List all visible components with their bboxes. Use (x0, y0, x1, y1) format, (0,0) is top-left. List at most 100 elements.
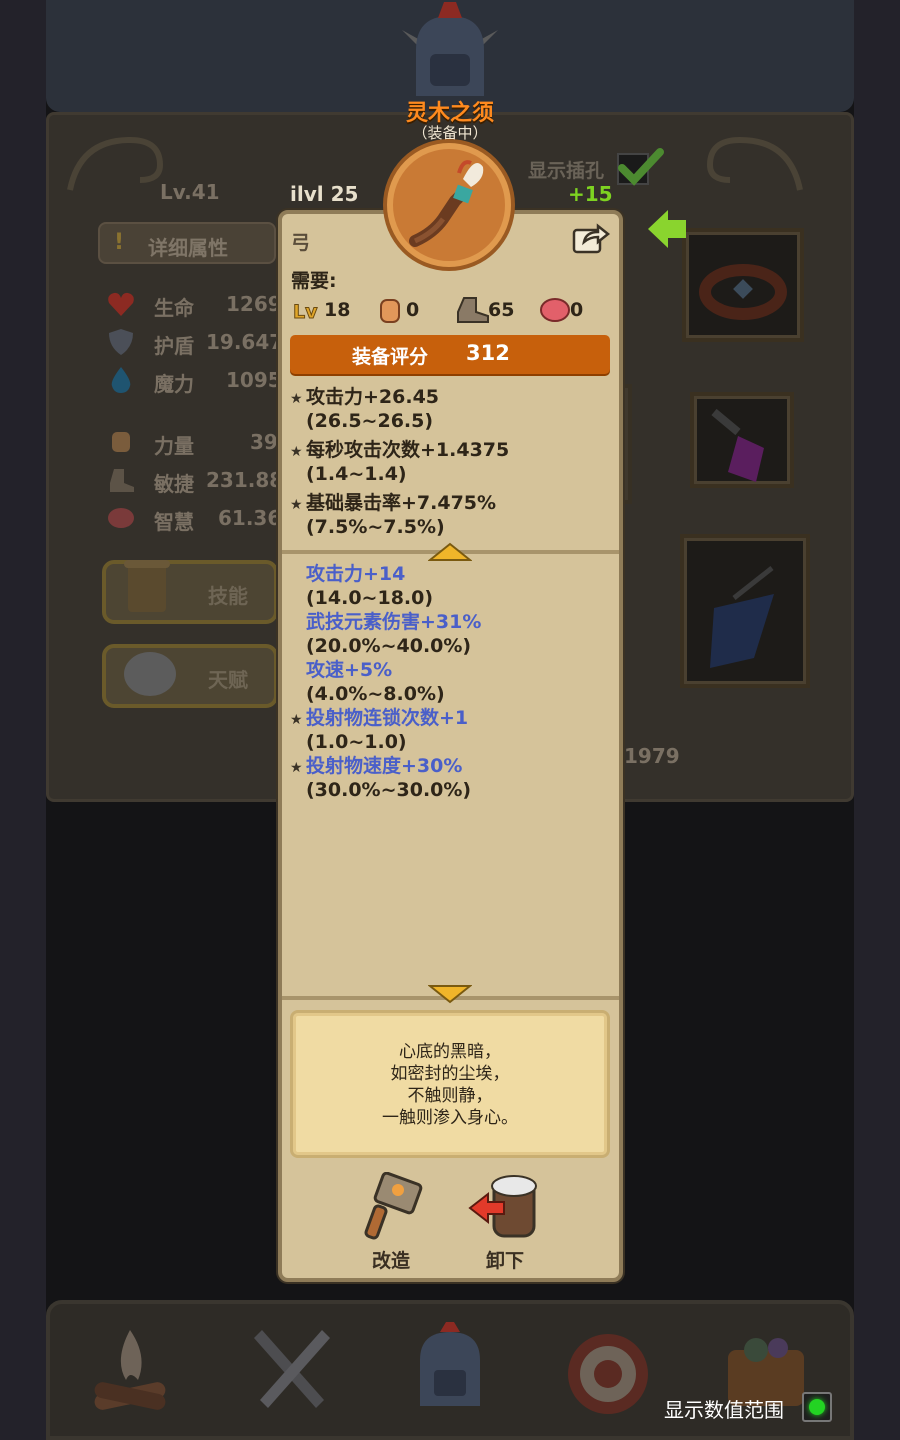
base-stat-line: ★ 基础暴击率+7.475% (290, 491, 496, 517)
exclamation-icon: ! (114, 230, 125, 255)
scroll-icon (124, 560, 170, 612)
base-stat-range: (1.4~1.4) (306, 463, 407, 485)
detail-attributes-button[interactable]: ! 详细属性 (98, 222, 276, 264)
base-stat-range: (7.5%~7.5%) (306, 516, 445, 538)
req-dexterity-value: 65 (488, 299, 515, 321)
unequip-label: 卸下 (486, 1250, 525, 1272)
detail-attributes-label: 详细属性 (148, 236, 228, 260)
item-level-label: ilvl (290, 182, 324, 206)
equipment-slot-amulet[interactable] (690, 392, 794, 488)
stat-life-label: 生命 (154, 296, 194, 320)
base-stat-range: (26.5~26.5) (306, 410, 434, 432)
reforge-label: 改造 (372, 1250, 411, 1272)
skill-button[interactable]: 技能 (102, 560, 278, 624)
flavor-line: 一触则渗入身心。 (382, 1108, 518, 1128)
heart-icon (108, 292, 134, 316)
intelligence-brain-icon (540, 298, 570, 322)
gear-score-value: 312 (466, 341, 510, 365)
stat-wisdom-label: 智慧 (154, 510, 194, 534)
flavor-line: 心底的黑暗， (399, 1042, 501, 1062)
base-stat-line: ★ 攻击力+26.45 (290, 385, 439, 411)
affix-stat-range: (20.0%~40.0%) (306, 635, 472, 657)
item-equipped-status: （装备中） (412, 124, 488, 142)
green-arrow-left-icon (648, 210, 686, 248)
flavor-text-box: 心底的黑暗， 如密封的尘埃， 不触则静， 一触则渗入身心。 (290, 1010, 610, 1158)
item-portrait (387, 143, 511, 267)
ornament-top-right-icon (706, 136, 803, 191)
affix-stat-line: ★ 投射物速度+30% (290, 754, 462, 780)
wooden-staff-icon (409, 160, 484, 247)
ring-icon (699, 264, 787, 320)
potion-amulet-icon (711, 408, 764, 482)
show-sockets-label: 显示插孔 (528, 160, 605, 182)
left-side-bar (0, 0, 46, 1440)
star-icon: ★ (290, 391, 303, 407)
stat-shield-label: 护盾 (154, 334, 194, 358)
show-sockets-checkbox[interactable] (614, 148, 664, 186)
boot-icon (110, 469, 134, 492)
affix-stat-line: 武技元素伤害+31% (306, 611, 482, 633)
crossed-swords-icon[interactable] (242, 1320, 342, 1420)
star-icon: ★ (290, 444, 303, 460)
req-strength-value: 0 (406, 299, 420, 321)
stat-dexterity-label: 敏捷 (154, 472, 194, 496)
item-type: 弓 (291, 232, 311, 254)
svg-text:Lv: Lv (293, 301, 318, 322)
stat-wisdom-value: 61.36 (218, 506, 282, 530)
upgrade-bonus: +15 (568, 182, 613, 206)
reforge-button[interactable]: 改造 (356, 1171, 432, 1272)
equipment-slot-quiver[interactable] (680, 534, 810, 688)
mana-drop-icon (111, 367, 131, 393)
hammer-icon (364, 1171, 423, 1240)
shield-icon (109, 329, 133, 355)
hidden-stat-number: 1979 (624, 744, 680, 768)
equipment-slot-ring[interactable] (682, 228, 804, 342)
toggle-on-indicator (809, 1399, 825, 1415)
affix-stat-line: 攻击力+14 (306, 563, 406, 585)
share-icon[interactable] (572, 222, 610, 254)
stat-life-value: 1269 (226, 292, 282, 316)
flavor-line: 如密封的尘埃， (390, 1064, 510, 1084)
show-range-label: 显示数值范围 (664, 1398, 784, 1422)
brain-icon (108, 508, 134, 528)
item-level-value: 25 (330, 182, 359, 206)
right-side-bar (854, 0, 900, 1440)
affix-stat-range: (30.0%~30.0%) (306, 779, 472, 801)
dexterity-boot-icon (457, 297, 489, 323)
skill-label: 技能 (208, 584, 248, 608)
affix-stat-range: (4.0%~8.0%) (306, 683, 445, 705)
unequip-button[interactable]: 卸下 (466, 1172, 550, 1272)
quiver-icon (710, 566, 774, 668)
level-requirement-icon: Lv (293, 301, 319, 323)
collapse-up-arrow-icon[interactable] (428, 542, 472, 562)
star-icon: ★ (290, 760, 303, 776)
talent-label: 天赋 (208, 668, 248, 692)
character-level: Lv.41 (160, 180, 220, 204)
unequip-armor-icon (468, 1175, 537, 1238)
talent-button[interactable]: 天赋 (102, 644, 278, 708)
stat-dexterity-value: 231.88 (206, 468, 284, 492)
campfire-icon[interactable] (80, 1320, 180, 1420)
req-level-value: 18 (324, 299, 351, 321)
affix-stat-range: (14.0~18.0) (306, 587, 434, 609)
expand-down-arrow-icon[interactable] (428, 984, 472, 1004)
affix-stat-range: (1.0~1.0) (306, 731, 407, 753)
stat-mana-value: 1095 (226, 368, 282, 392)
strength-fist-icon (380, 299, 400, 323)
knight-helmet-icon[interactable] (400, 1320, 500, 1420)
stat-strength-value: 39 (250, 430, 278, 454)
star-icon: ★ (290, 497, 303, 513)
stat-shield-value: 19.647 (206, 330, 284, 354)
stone-icon (124, 652, 176, 696)
gear-score-bar: 装备评分 312 (290, 335, 610, 374)
affix-stat-line: 攻速+5% (306, 659, 393, 681)
flavor-line: 不触则静， (407, 1086, 493, 1106)
gear-score-label: 装备评分 (352, 346, 429, 368)
star-icon: ★ (290, 712, 303, 728)
show-range-toggle[interactable] (802, 1392, 832, 1422)
helmet-header-icon (402, 2, 498, 96)
target-icon[interactable] (558, 1320, 658, 1420)
flavor-text: 心底的黑暗， 如密封的尘埃， 不触则静， 一触则渗入身心。 (293, 1041, 607, 1129)
req-intelligence-value: 0 (570, 299, 584, 321)
stat-strength-label: 力量 (154, 434, 194, 458)
